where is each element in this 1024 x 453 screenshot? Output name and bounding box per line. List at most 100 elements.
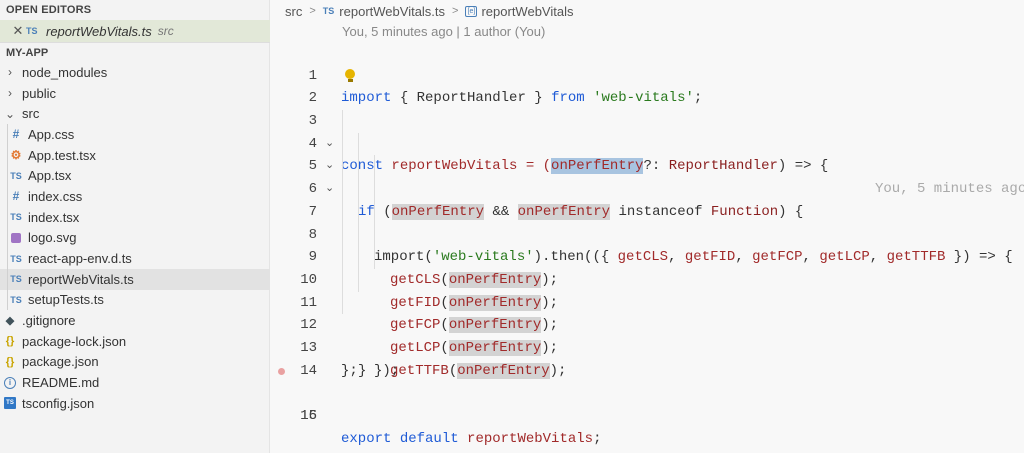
- tree-item-package-json[interactable]: {} package.json: [0, 352, 270, 373]
- tree-item-label: README.md: [22, 375, 100, 391]
- tree-item-label: index.css: [28, 188, 83, 204]
- indent-guide: [342, 291, 343, 315]
- indent-guide: [7, 144, 8, 166]
- close-icon[interactable]: ✕: [10, 23, 26, 39]
- tree-item-index-tsx[interactable]: TS index.tsx: [0, 206, 270, 228]
- open-editor-item[interactable]: ✕ TS reportWebVitals.ts src: [0, 20, 270, 42]
- tree-item-label: react-app-env.d.ts: [28, 251, 132, 267]
- test-file-icon: ⚙: [10, 148, 22, 163]
- tree-item-label: App.test.tsx: [28, 147, 96, 163]
- code-line: 4 ⌄ if (onPerfEntry && onPerfEntry insta…: [270, 110, 1024, 220]
- line-number: 16: [300, 408, 317, 425]
- json-file-icon: {}: [5, 355, 15, 368]
- tree-item-tsconfig[interactable]: TS tsconfig.json: [0, 393, 270, 414]
- tree-item-public[interactable]: › public: [0, 83, 270, 104]
- token-keyword: default: [399, 430, 459, 447]
- breadcrumb-symbol[interactable]: reportWebVitals: [481, 4, 573, 19]
- typescript-icon: TS: [10, 274, 22, 285]
- tree-item-app-test[interactable]: ⚙ App.test.tsx: [0, 144, 270, 166]
- tree-item-node-modules[interactable]: › node_modules: [0, 62, 270, 83]
- indent-guide: [342, 200, 343, 224]
- code-line: 11 });: [270, 268, 1024, 379]
- code-line: 15 export default reportWebVitals;: [270, 360, 1024, 447]
- chevron-right-icon: ›: [8, 86, 12, 101]
- token-plain: ;: [593, 430, 602, 447]
- indent-guide: [342, 110, 343, 133]
- indent-guide: [342, 268, 343, 292]
- code-line: 16: [270, 382, 1024, 424]
- open-editor-dir: src: [157, 24, 174, 38]
- indent-guide: [374, 155, 375, 179]
- git-icon: ◆: [5, 315, 15, 328]
- indent-guide: [374, 223, 375, 247]
- tree-item-index-css[interactable]: # index.css: [0, 186, 270, 207]
- css-file-icon: #: [12, 189, 20, 204]
- chevron-right-icon: >: [452, 5, 459, 17]
- symbol-variable-icon: [e]: [465, 5, 478, 17]
- svg-file-icon: [11, 232, 21, 243]
- code-line: 13 };: [270, 314, 1024, 379]
- breadcrumb: src > TS reportWebVitals.ts > [e] report…: [270, 0, 1024, 22]
- indent-guide: [374, 200, 375, 224]
- code-line: 12 }: [270, 291, 1024, 379]
- tree-item-app-css[interactable]: # App.css: [0, 124, 270, 145]
- indent-guide: [7, 206, 8, 228]
- open-editors-header[interactable]: OPEN EDITORS: [0, 0, 269, 20]
- typescript-icon: TS: [322, 6, 335, 16]
- lightbulb-icon[interactable]: [345, 68, 355, 82]
- breadcrumb-folder[interactable]: src: [285, 4, 302, 19]
- tree-item-report-web-vitals[interactable]: TS reportWebVitals.ts: [0, 268, 270, 290]
- code-text: export default reportWebVitals;: [341, 428, 601, 451]
- indent-guide: [7, 227, 8, 249]
- tree-item-label: public: [22, 85, 56, 101]
- breakpoint-hint-icon[interactable]: [278, 367, 285, 375]
- tree-item-label: index.tsx: [28, 209, 80, 225]
- typescript-icon: TS: [26, 26, 38, 36]
- tree-item-react-app-env[interactable]: TS react-app-env.d.ts: [0, 248, 270, 269]
- code-line: 10 getTTFB(onPerfEntry);: [270, 246, 1024, 379]
- code-line: 6 getCLS(onPerfEntry);: [270, 155, 1024, 288]
- typescript-icon: TS: [10, 170, 22, 181]
- codelens-blame[interactable]: You, 5 minutes ago | 1 author (You): [342, 24, 545, 39]
- indent-guide: [7, 186, 8, 207]
- indent-guide: [374, 178, 375, 201]
- tree-item-logo-svg[interactable]: logo.svg: [0, 227, 270, 249]
- tree-item-package-lock[interactable]: {} package-lock.json: [0, 331, 270, 352]
- chevron-down-icon: ⌄: [4, 106, 16, 121]
- json-file-icon: {}: [5, 335, 15, 348]
- indent-guide: [358, 200, 359, 224]
- tree-item-src[interactable]: ⌄ src: [0, 103, 270, 124]
- typescript-icon: TS: [10, 294, 22, 305]
- tree-item-app-tsx[interactable]: TS App.tsx: [0, 165, 270, 187]
- code-editor[interactable]: src > TS reportWebVitals.ts > [e] report…: [270, 0, 1024, 453]
- code-line: 2: [270, 65, 1024, 106]
- indent-guide: [7, 289, 8, 311]
- indent-guide: [342, 178, 343, 201]
- indent-guide: [358, 155, 359, 179]
- info-icon: i: [4, 376, 16, 389]
- code-area[interactable]: 1 import { ReportHandler } from 'web-vit…: [270, 42, 1024, 447]
- tree-item-label: reportWebVitals.ts: [28, 271, 134, 287]
- indent-guide: [7, 248, 8, 269]
- code-line: 1 import { ReportHandler } from 'web-vit…: [270, 42, 1024, 107]
- indent-guide: [7, 165, 8, 187]
- project-header[interactable]: MY-APP: [0, 42, 270, 62]
- code-line: 8 getFCP(onPerfEntry);: [270, 200, 1024, 334]
- tree-item-readme[interactable]: i README.md: [0, 372, 270, 393]
- chevron-right-icon: ›: [8, 65, 12, 80]
- tree-item-gitignore[interactable]: ◆ .gitignore: [0, 310, 270, 331]
- token-identifier: reportWebVitals: [467, 430, 594, 447]
- typescript-icon: TS: [10, 212, 22, 223]
- breadcrumb-file[interactable]: reportWebVitals.ts: [339, 4, 445, 19]
- indent-guide: [374, 246, 375, 269]
- tree-item-label: App.css: [28, 126, 75, 142]
- code-line: 5 ⌄ import('web-vitals').then(({ getCLS,…: [270, 132, 1024, 265]
- indent-guide: [342, 223, 343, 247]
- tree-item-setup-tests[interactable]: TS setupTests.ts: [0, 289, 270, 311]
- chevron-right-icon: >: [309, 5, 316, 17]
- indent-guide: [342, 155, 343, 179]
- tree-item-label: package.json: [22, 354, 99, 370]
- typescript-icon: TS: [10, 253, 22, 264]
